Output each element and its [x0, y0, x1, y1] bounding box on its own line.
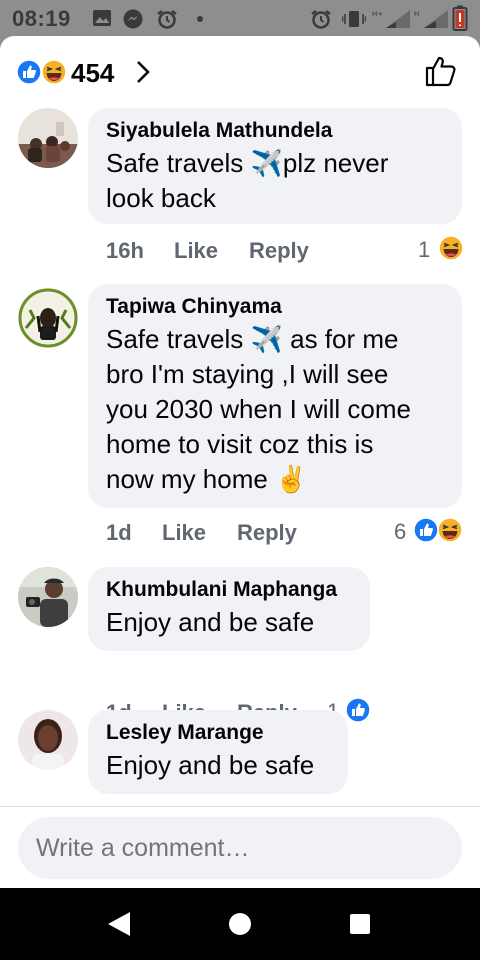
comment-bubble[interactable]: Siyabulela Mathundela Safe travels ✈️plz…	[88, 108, 462, 224]
messenger-icon	[123, 9, 143, 29]
svg-text:H: H	[414, 10, 419, 18]
comment-meta: 1d Like Reply	[106, 520, 466, 550]
avatar[interactable]	[18, 710, 78, 770]
haha-reaction-icon	[41, 59, 67, 85]
back-icon[interactable]	[106, 910, 132, 938]
comment-text: Enjoy and be safe	[106, 750, 315, 780]
comments-sheet: 454 Siyabulela Mathundela Safe travels ✈…	[0, 36, 480, 888]
comment-time[interactable]: 1d	[106, 520, 132, 546]
comment-input[interactable]	[18, 817, 462, 879]
android-nav-bar	[0, 888, 480, 960]
haha-reaction-icon	[437, 517, 463, 543]
comment-bubble[interactable]: Tapiwa Chinyama Safe travels ✈️ as for m…	[88, 284, 462, 508]
comment-bubble[interactable]: Khumbulani Maphanga Enjoy and be safe	[88, 567, 370, 651]
alarm-icon	[157, 10, 177, 29]
status-bar: 08:19 H+ H	[0, 0, 480, 36]
comment-text: Enjoy and be safe	[106, 607, 315, 637]
chevron-right-icon[interactable]	[134, 59, 152, 85]
dot-icon	[197, 16, 203, 22]
comment-text: Safe travels ✈️ as for me bro I'm stayin…	[106, 324, 411, 494]
comment-bubble[interactable]: Lesley Marange Enjoy and be safe	[88, 710, 348, 794]
battery-low-icon	[452, 5, 468, 31]
comment-author[interactable]: Khumbulani Maphanga	[106, 577, 352, 603]
comment-reaction-count[interactable]: 1	[418, 237, 430, 263]
signal-icon: H	[414, 10, 448, 28]
svg-text:H+: H+	[372, 10, 383, 18]
reactions-summary[interactable]: 454	[0, 36, 480, 106]
recents-icon[interactable]	[349, 913, 371, 935]
reaction-count: 454	[71, 58, 115, 88]
signal-icon: H+	[372, 10, 410, 28]
reaction-icons	[16, 59, 67, 85]
haha-reaction-icon	[438, 235, 464, 261]
like-link[interactable]: Like	[162, 520, 206, 546]
status-time: 08:19	[12, 6, 71, 31]
vibrate-icon	[342, 11, 366, 27]
avatar[interactable]	[18, 288, 78, 348]
comment-item: Siyabulela Mathundela Safe travels ✈️plz…	[0, 106, 480, 286]
comment-time[interactable]: 16h	[106, 238, 144, 264]
comment-author[interactable]: Siyabulela Mathundela	[106, 118, 444, 144]
comment-author[interactable]: Tapiwa Chinyama	[106, 294, 444, 320]
like-link[interactable]: Like	[174, 238, 218, 264]
avatar[interactable]	[18, 567, 78, 627]
comment-meta: 16h Like Reply	[106, 238, 466, 268]
comment-item: Tapiwa Chinyama Safe travels ✈️ as for m…	[0, 284, 480, 554]
like-reaction-icon	[413, 517, 439, 543]
like-outline-icon[interactable]	[424, 54, 458, 88]
comment-item: Lesley Marange Enjoy and be safe	[0, 710, 480, 800]
alarm-icon	[311, 10, 331, 29]
avatar[interactable]	[18, 108, 78, 168]
gallery-icon	[93, 10, 111, 26]
like-reaction-icon	[16, 59, 42, 85]
home-icon[interactable]	[228, 912, 252, 936]
comment-reaction-count[interactable]: 6	[394, 519, 406, 545]
reply-link[interactable]: Reply	[237, 520, 297, 546]
comment-text: Safe travels ✈️plz never look back	[106, 148, 389, 213]
comment-item: Khumbulani Maphanga Enjoy and be safe 1d…	[0, 566, 480, 725]
comment-author[interactable]: Lesley Marange	[106, 720, 330, 746]
comment-composer	[0, 806, 480, 888]
reply-link[interactable]: Reply	[249, 238, 309, 264]
